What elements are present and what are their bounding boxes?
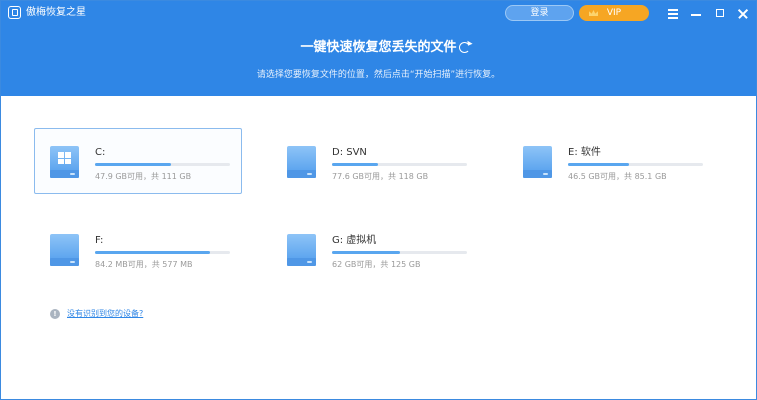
maximize-icon[interactable] — [711, 4, 729, 22]
drive-size: 84.2 MB可用，共 577 MB — [95, 260, 193, 269]
drive-name: E: 软件 — [568, 147, 601, 158]
drive-card-d[interactable]: D: SVN 77.6 GB可用，共 118 GB — [271, 128, 479, 194]
drive-usage-bar — [332, 163, 467, 166]
drive-usage-bar — [332, 251, 467, 254]
drive-icon — [287, 234, 316, 267]
page-title: 一键快速恢复您丢失的文件 — [300, 40, 457, 55]
crown-icon — [589, 10, 598, 16]
device-not-found-link[interactable]: 没有识别到您的设备? — [67, 308, 143, 320]
menu-icon[interactable] — [664, 4, 682, 22]
drive-size: 77.6 GB可用，共 118 GB — [332, 172, 429, 181]
drive-size: 47.9 GB可用，共 111 GB — [95, 172, 192, 181]
drive-card-g[interactable]: G: 虚拟机 62 GB可用，共 125 GB — [271, 216, 479, 282]
drive-card-f[interactable]: F: 84.2 MB可用，共 577 MB — [34, 216, 242, 282]
minimize-icon[interactable] — [687, 4, 705, 22]
vip-button[interactable]: VIP — [579, 5, 649, 21]
login-button[interactable]: 登录 — [505, 5, 574, 21]
drive-usage-bar — [95, 251, 230, 254]
drive-card-e[interactable]: E: 软件 46.5 GB可用，共 85.1 GB — [507, 128, 715, 194]
app-window: 傲梅恢复之星 登录 VIP 一键快速恢复您丢失的文件 请选择您要恢复文件的位置，… — [0, 0, 757, 400]
drive-name: D: SVN — [332, 147, 367, 158]
header-banner: 傲梅恢复之星 登录 VIP 一键快速恢复您丢失的文件 请选择您要恢复文件的位置，… — [1, 1, 756, 96]
title-bar[interactable]: 傲梅恢复之星 登录 VIP — [1, 1, 756, 25]
drive-usage-bar — [568, 163, 703, 166]
app-logo-icon — [8, 6, 21, 19]
close-icon[interactable] — [734, 4, 752, 22]
drive-icon — [287, 146, 316, 179]
drive-name: C: — [95, 147, 106, 158]
drive-card-c[interactable]: C: 47.9 GB可用，共 111 GB — [34, 128, 242, 194]
drive-name: G: 虚拟机 — [332, 235, 377, 246]
windows-drive-icon — [50, 146, 79, 179]
refresh-icon[interactable] — [459, 42, 470, 53]
drive-icon — [523, 146, 552, 179]
info-icon: ! — [50, 309, 60, 319]
drive-icon — [50, 234, 79, 267]
drive-usage-bar — [95, 163, 230, 166]
vip-label: VIP — [606, 8, 622, 18]
drive-size: 46.5 GB可用，共 85.1 GB — [568, 172, 667, 181]
page-subtitle: 请选择您要恢复文件的位置，然后点击“开始扫描”进行恢复。 — [256, 70, 501, 80]
app-name: 傲梅恢复之星 — [26, 7, 86, 18]
drive-size: 62 GB可用，共 125 GB — [332, 260, 421, 269]
drive-name: F: — [95, 235, 104, 246]
